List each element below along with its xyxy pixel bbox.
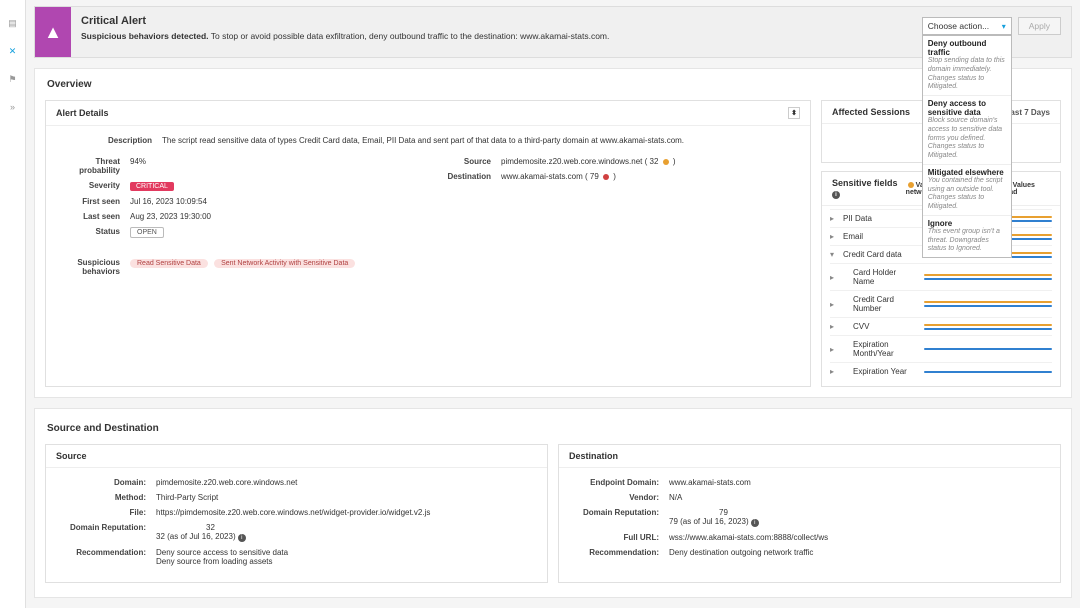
flag-icon[interactable]: ⚑ xyxy=(6,72,20,86)
dest-url: wss://www.akamai-stats.com:8888/collect/… xyxy=(669,533,1048,542)
option-ignore[interactable]: Ignore This event group isn't a threat. … xyxy=(923,216,1011,257)
collapse-button[interactable]: ⬍ xyxy=(788,107,800,119)
first-seen: Jul 16, 2023 10:09:54 xyxy=(130,197,413,206)
dest-domain: www.akamai-stats.com xyxy=(669,478,1048,487)
affected-sessions-title: Affected Sessions xyxy=(832,107,910,117)
source-destination-title: Source and Destination xyxy=(34,408,1072,438)
status-badge: OPEN xyxy=(130,227,164,238)
overview-title: Overview xyxy=(34,68,1072,94)
alert-details-title: Alert Details xyxy=(56,108,109,118)
dest-vendor: N/A xyxy=(669,493,1048,502)
doc-icon[interactable]: ▤ xyxy=(6,16,20,30)
last-seen: Aug 23, 2023 19:30:00 xyxy=(130,212,413,221)
source-file: https://pimdemosite.z20.web.core.windows… xyxy=(156,508,535,517)
dot-icon xyxy=(603,174,609,180)
last-7-days: Last 7 Days xyxy=(1006,108,1050,117)
chevron-down-icon: ▾ xyxy=(1002,22,1006,31)
alert-message: Suspicious behaviors detected. To stop o… xyxy=(81,31,1061,41)
dest-recommendation: Deny destination outgoing network traffi… xyxy=(669,548,1048,557)
alert-details-card: Alert Details ⬍ Description The script r… xyxy=(45,100,811,387)
info-icon[interactable]: i xyxy=(238,534,246,542)
source-method: Third-Party Script xyxy=(156,493,535,502)
option-mitigated-elsewhere[interactable]: Mitigated elsewhere You contained the sc… xyxy=(923,165,1011,216)
alert-title: Critical Alert xyxy=(81,15,1061,27)
source-title: Source xyxy=(56,451,87,461)
sensitive-row-cc-number[interactable]: ▸Credit Card Number xyxy=(830,290,1052,317)
info-icon[interactable]: i xyxy=(832,191,840,199)
severity-badge: CRITICAL xyxy=(130,182,174,191)
tools-icon[interactable]: ✕ xyxy=(6,44,20,58)
info-icon[interactable]: i xyxy=(751,519,759,527)
source-recommendation: Deny source access to sensitive dataDeny… xyxy=(156,548,535,566)
threat-probability: 94% xyxy=(130,157,413,175)
alert-triangle-icon: ▲ xyxy=(35,7,71,57)
source-value: pimdemosite.z20.web.core.windows.net ( 3… xyxy=(501,157,798,166)
sensitive-row-exp-my[interactable]: ▸Expiration Month/Year xyxy=(830,335,1052,362)
destination-card: Destination Endpoint Domain:www.akamai-s… xyxy=(558,444,1061,583)
sensitive-fields-title: Sensitive fields xyxy=(832,178,898,188)
source-reputation: 3232 (as of Jul 16, 2023) i xyxy=(156,523,535,542)
destination-title: Destination xyxy=(569,451,618,461)
action-dropdown: Deny outbound traffic Stop sending data … xyxy=(922,35,1012,258)
source-card: Source Domain:pimdemosite.z20.web.core.w… xyxy=(45,444,548,583)
behavior-pill: Read Sensitive Data xyxy=(130,259,208,268)
option-deny-sensitive[interactable]: Deny access to sensitive data Block sour… xyxy=(923,96,1011,165)
option-deny-outbound[interactable]: Deny outbound traffic Stop sending data … xyxy=(923,36,1011,96)
sensitive-row-card-holder[interactable]: ▸Card Holder Name xyxy=(830,263,1052,290)
description: The script read sensitive data of types … xyxy=(162,136,798,145)
dot-icon xyxy=(663,159,669,165)
behavior-pill: Sent Network Activity with Sensitive Dat… xyxy=(214,259,355,268)
source-domain: pimdemosite.z20.web.core.windows.net xyxy=(156,478,535,487)
critical-alert-card: ▲ Critical Alert Suspicious behaviors de… xyxy=(34,6,1072,58)
sensitive-row-exp-y[interactable]: ▸Expiration Year xyxy=(830,362,1052,380)
side-rail: ▤ ✕ ⚑ » xyxy=(0,0,26,608)
chevron-double-icon[interactable]: » xyxy=(6,100,20,114)
dest-reputation: 7979 (as of Jul 16, 2023) i xyxy=(669,508,1048,527)
apply-button[interactable]: Apply xyxy=(1018,17,1061,35)
destination-value: www.akamai-stats.com ( 79 ) xyxy=(501,172,798,181)
action-select[interactable]: Choose action... ▾ xyxy=(922,17,1012,35)
sensitive-row-cvv[interactable]: ▸CVV xyxy=(830,317,1052,335)
main-content: ▲ Critical Alert Suspicious behaviors de… xyxy=(26,0,1080,608)
